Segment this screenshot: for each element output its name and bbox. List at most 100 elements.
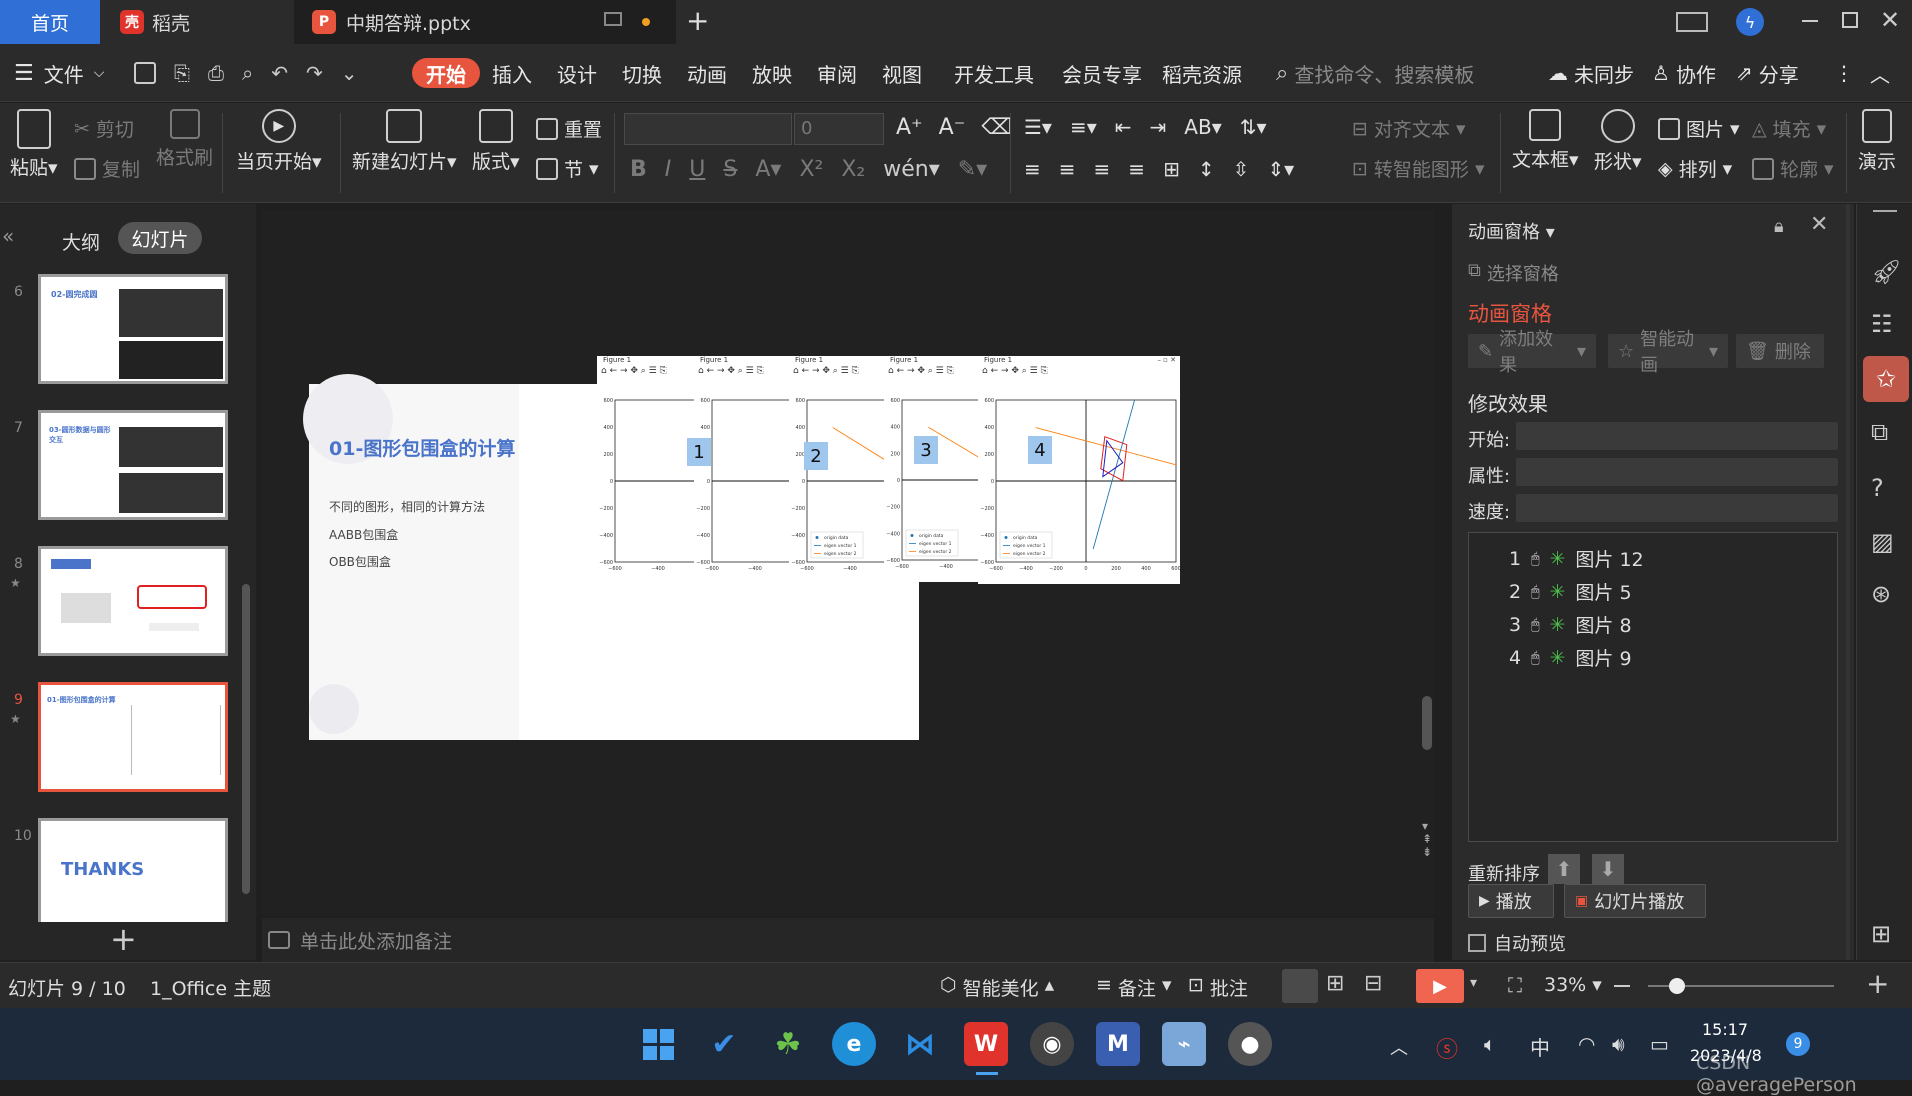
undo-icon[interactable]: ↶ bbox=[271, 61, 288, 85]
clear-format-icon[interactable]: ⌫ bbox=[981, 115, 1012, 140]
figure-window[interactable]: Figure 1 ⌂ ← → ✥ ⌕ ☰ ⎘ 600 400 200 0 −200 −400 −… bbox=[789, 356, 897, 584]
tab-daoke[interactable]: 壳 稻壳 bbox=[102, 0, 292, 44]
select-pane-link[interactable]: ⧉ 选择窗格 bbox=[1468, 260, 1559, 286]
more-options-icon[interactable]: ⋮ bbox=[1834, 44, 1854, 102]
slide-text-line[interactable]: OBB包围盒 bbox=[329, 553, 391, 570]
fill-button[interactable]: ◬ 填充 ▾ bbox=[1752, 115, 1826, 142]
text-direction-icon[interactable]: AB▾ bbox=[1184, 115, 1221, 139]
pin-icon[interactable]: 🔒︎ bbox=[1774, 216, 1784, 237]
lightning-icon[interactable]: ϟ bbox=[1736, 8, 1764, 36]
bullet-list-icon[interactable]: ☰▾ bbox=[1024, 115, 1052, 139]
zoom-in-icon[interactable]: + bbox=[1866, 967, 1889, 1000]
todo-app-icon[interactable]: ✔ bbox=[702, 1022, 746, 1066]
restore-icon[interactable] bbox=[1842, 12, 1858, 28]
notes-toggle-button[interactable]: ≡ 备注 ▾ bbox=[1096, 974, 1171, 1001]
animation-list-item[interactable]: 3 🖱︎ ✳ 图片 8 bbox=[1509, 611, 1632, 638]
menu-item-design[interactable]: 设计 bbox=[557, 44, 597, 102]
volume-icon[interactable]: 🔊︎ bbox=[1612, 1032, 1625, 1056]
start-select[interactable] bbox=[1516, 422, 1838, 450]
menu-item-insert[interactable]: 插入 bbox=[492, 44, 532, 102]
increase-indent-icon[interactable]: ⇥ bbox=[1150, 115, 1167, 139]
screen-icon[interactable] bbox=[604, 12, 622, 26]
wps-office-icon[interactable]: W bbox=[964, 1022, 1008, 1066]
figure-window[interactable]: Figure 1 ⌂ ← → ✥ ⌕ ☰ ⎘ 600 400 200 0 −200 −400 −… bbox=[597, 356, 705, 584]
sorter-view-icon[interactable]: ⊞ bbox=[1326, 971, 1344, 996]
fit-window-icon[interactable]: ⛶ bbox=[1508, 973, 1522, 997]
add-effect-button[interactable]: ✎ 添加效果 ▾ bbox=[1468, 329, 1596, 376]
new-slide-button[interactable]: 新建幻灯片▾ bbox=[352, 109, 457, 174]
align-text-button[interactable]: ⊟ 对齐文本 ▾ bbox=[1352, 115, 1465, 142]
minimize-icon[interactable] bbox=[1802, 20, 1818, 22]
export-icon[interactable]: ⎘ bbox=[174, 61, 190, 85]
bold-icon[interactable]: B bbox=[630, 157, 647, 182]
increase-font-icon[interactable]: A⁺ bbox=[896, 115, 923, 140]
add-slide-button[interactable]: + bbox=[110, 920, 137, 958]
to-smartart-button[interactable]: ⊡ 转智能图形 ▾ bbox=[1352, 155, 1484, 182]
reading-view-icon[interactable]: ⊟ bbox=[1364, 971, 1382, 996]
tab-outline[interactable]: 大纲 bbox=[62, 228, 100, 255]
sort-icon[interactable]: ⇅▾ bbox=[1240, 115, 1267, 139]
canvas-scrollbar[interactable] bbox=[1422, 696, 1432, 750]
align-right-icon[interactable]: ≡ bbox=[1094, 157, 1111, 181]
paste-button[interactable]: 粘贴▾ bbox=[10, 109, 58, 180]
paragraph-spacing-icon[interactable]: ⇳ bbox=[1233, 157, 1250, 181]
cut-button[interactable]: ✂ 剪切 bbox=[74, 115, 134, 142]
obs-app-icon[interactable]: ● bbox=[1228, 1022, 1272, 1066]
anim-badge-3[interactable]: 3 bbox=[914, 436, 938, 464]
layout-button[interactable]: 版式▾ bbox=[472, 109, 520, 174]
close-pane-icon[interactable]: ✕ bbox=[1810, 212, 1828, 237]
menu-item-developer[interactable]: 开发工具 bbox=[954, 44, 1034, 102]
grid-apps-icon[interactable]: ⊞ bbox=[1871, 920, 1891, 948]
present-button[interactable]: 演示 bbox=[1858, 109, 1896, 174]
section-button[interactable]: 节 ▾ bbox=[536, 155, 599, 182]
figure-nav-icons[interactable]: ⌂ ← → ✥ ⌕ ☰ ⎘ bbox=[793, 366, 859, 376]
superscript-icon[interactable]: X² bbox=[799, 157, 823, 182]
collapse-ribbon-icon[interactable]: ︿ bbox=[1870, 44, 1890, 102]
from-current-button[interactable]: ▶ 当页开始▾ bbox=[236, 109, 322, 174]
window-layout-icon[interactable] bbox=[1676, 12, 1708, 32]
animation-list-item[interactable]: 4 🖱︎ ✳ 图片 9 bbox=[1509, 644, 1632, 671]
menu-item-view[interactable]: 视图 bbox=[882, 44, 922, 102]
clock-time[interactable]: 15:17 bbox=[1702, 1020, 1748, 1039]
thumb-scrollbar[interactable] bbox=[242, 584, 250, 894]
menu-item-slideshow[interactable]: 放映 bbox=[752, 44, 792, 102]
property-select[interactable] bbox=[1516, 458, 1838, 486]
start-slideshow-button[interactable]: ▶ bbox=[1416, 969, 1464, 1003]
autopreview-checkbox[interactable]: 自动预览 bbox=[1468, 930, 1566, 956]
align-left-icon[interactable]: ≡ bbox=[1024, 157, 1041, 181]
tab-document[interactable]: P 中期答辩.pptx bbox=[294, 0, 676, 44]
slide-text-line[interactable]: 不同的图形，相同的计算方法 bbox=[329, 498, 485, 515]
figure-window[interactable]: Figure 1 ⌂ ← → ✥ ⌕ ☰ ⎘ 600 400 200 0 −200 −400 −… bbox=[978, 356, 1180, 584]
monitor-app-icon[interactable]: ⌁ bbox=[1162, 1022, 1206, 1066]
collapse-panel-icon[interactable]: « bbox=[2, 224, 14, 248]
font-name-select[interactable] bbox=[624, 113, 792, 145]
figure-nav-icons[interactable]: ⌂ ← → ✥ ⌕ ☰ ⎘ bbox=[888, 366, 954, 376]
compass-icon[interactable]: ⊛ bbox=[1871, 580, 1891, 608]
slideshow-play-button[interactable]: ▣ 幻灯片播放 bbox=[1564, 884, 1706, 918]
image-edit-icon[interactable]: ▨ bbox=[1871, 528, 1894, 556]
notes-bar[interactable]: 单击此处添加备注 bbox=[262, 918, 1434, 962]
zoom-out-icon[interactable] bbox=[1614, 985, 1630, 987]
tray-expand-icon[interactable]: ︿ bbox=[1390, 1034, 1408, 1060]
figure-nav-icons[interactable]: ⌂ ← → ✥ ⌕ ☰ ⎘ bbox=[601, 366, 667, 376]
normal-view-icon[interactable] bbox=[1282, 969, 1318, 1003]
file-menu[interactable]: ☰ 文件 ⌵ bbox=[14, 44, 104, 102]
underline-icon[interactable]: U bbox=[689, 157, 705, 182]
zoom-slider[interactable] bbox=[1648, 978, 1834, 994]
highlight-icon[interactable]: ✎▾ bbox=[958, 157, 987, 182]
command-search[interactable]: ⌕ 查找命令、搜索模板 bbox=[1276, 44, 1474, 102]
move-up-button[interactable]: ⬆ bbox=[1548, 854, 1580, 884]
zoom-slider-thumb[interactable] bbox=[1669, 978, 1685, 994]
move-down-button[interactable]: ⬇ bbox=[1592, 854, 1624, 884]
share-button[interactable]: ⇗ 分享 bbox=[1736, 44, 1799, 102]
zoom-level[interactable]: 33% ▾ bbox=[1544, 974, 1602, 996]
smart-anim-button[interactable]: ☆ 智能动画 ▾ bbox=[1608, 329, 1728, 376]
slide-thumbnail-8[interactable] bbox=[38, 546, 228, 656]
subscript-icon[interactable]: X₂ bbox=[841, 157, 865, 182]
vscode-icon[interactable]: ⋈ bbox=[898, 1022, 942, 1066]
mindmap-app-icon[interactable]: M bbox=[1096, 1022, 1140, 1066]
customize-icon[interactable]: ⌄ bbox=[341, 61, 358, 85]
save-icon[interactable] bbox=[134, 62, 156, 84]
font-size-select[interactable]: 0 bbox=[794, 113, 884, 145]
print-icon[interactable]: ⎙ bbox=[208, 61, 224, 85]
